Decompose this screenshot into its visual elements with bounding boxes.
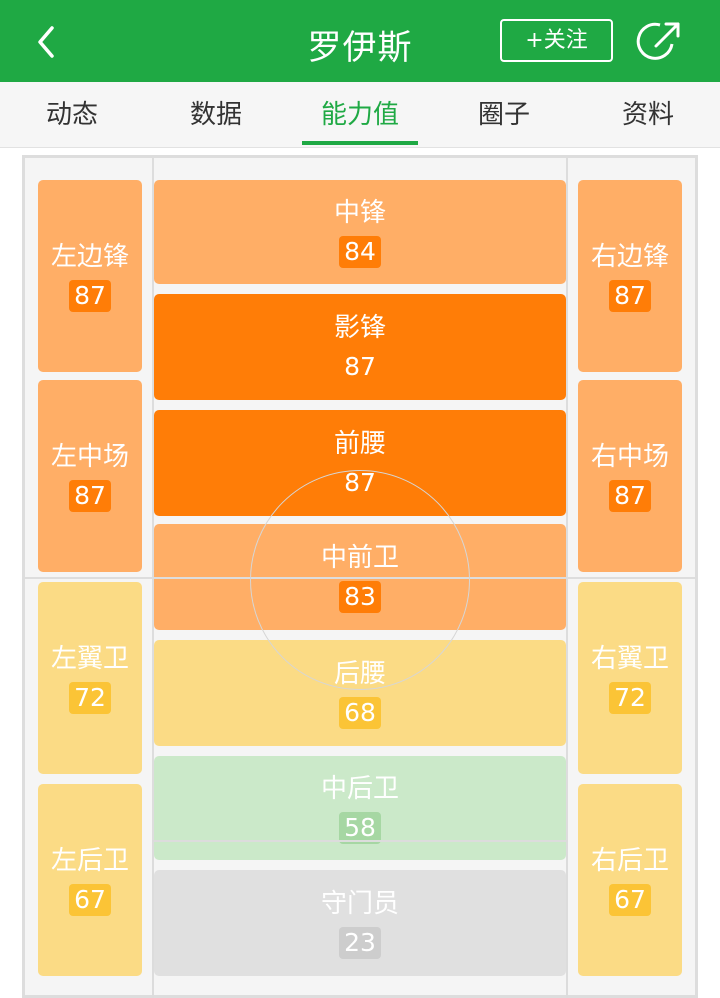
position-name: 右后卫 — [590, 846, 669, 876]
tab-bar: 动态 数据 能力值 圈子 资料 — [0, 82, 720, 148]
position-right-back: 右后卫 67 — [578, 784, 682, 976]
position-rating: 83 — [339, 581, 381, 613]
position-goalkeeper: 守门员 23 — [154, 870, 566, 976]
active-tab-indicator — [302, 141, 418, 145]
position-striker: 中锋 84 — [154, 180, 566, 284]
position-rating: 87 — [69, 480, 111, 512]
position-rating: 67 — [609, 884, 651, 916]
share-icon[interactable] — [636, 18, 684, 66]
position-name: 中后卫 — [320, 774, 399, 804]
position-name: 中前卫 — [320, 543, 399, 573]
position-rating: 72 — [69, 682, 111, 714]
follow-button[interactable]: +关注 — [500, 19, 613, 62]
position-rating: 87 — [344, 352, 376, 381]
position-name: 后腰 — [333, 659, 386, 689]
position-left-wingback: 左翼卫 72 — [38, 582, 142, 774]
tab-data[interactable]: 数据 — [158, 82, 274, 148]
position-name: 前腰 — [333, 429, 386, 459]
position-name: 左中场 — [50, 442, 129, 472]
tab-ability[interactable]: 能力值 — [302, 82, 418, 148]
position-rating: 67 — [69, 884, 111, 916]
position-name: 右边锋 — [590, 242, 669, 272]
position-rating: 87 — [344, 468, 376, 497]
tab-profile[interactable]: 资料 — [590, 82, 706, 148]
position-name: 守门员 — [320, 889, 399, 919]
position-right-wing: 右边锋 87 — [578, 180, 682, 372]
halfway-line — [22, 577, 698, 579]
position-right-midfield: 右中场 87 — [578, 380, 682, 572]
app-header: 罗伊斯 +关注 — [0, 0, 720, 82]
position-rating: 58 — [339, 812, 381, 844]
position-name: 右翼卫 — [590, 644, 669, 674]
position-name: 左后卫 — [50, 846, 129, 876]
chevron-left-icon[interactable] — [30, 24, 66, 60]
position-rating: 87 — [609, 280, 651, 312]
position-left-back: 左后卫 67 — [38, 784, 142, 976]
position-left-midfield: 左中场 87 — [38, 380, 142, 572]
position-centre-forward: 影锋 87 — [154, 294, 566, 400]
position-name: 左边锋 — [50, 242, 129, 272]
position-attacking-midfield: 前腰 87 — [154, 410, 566, 516]
position-rating: 68 — [339, 697, 381, 729]
position-centre-back: 中后卫 58 — [154, 756, 566, 860]
position-rating: 87 — [69, 280, 111, 312]
position-name: 右中场 — [590, 442, 669, 472]
position-rating: 87 — [609, 480, 651, 512]
position-rating: 72 — [609, 682, 651, 714]
position-name: 中锋 — [333, 198, 386, 228]
position-right-wingback: 右翼卫 72 — [578, 582, 682, 774]
tab-circle[interactable]: 圈子 — [446, 82, 562, 148]
position-name: 左翼卫 — [50, 644, 129, 674]
position-rating: 23 — [339, 927, 381, 959]
pitch-line — [22, 155, 698, 158]
position-rating: 84 — [339, 236, 381, 268]
position-left-wing: 左边锋 87 — [38, 180, 142, 372]
position-name: 影锋 — [333, 313, 386, 343]
position-defensive-midfield: 后腰 68 — [154, 640, 566, 746]
tab-dynamics[interactable]: 动态 — [14, 82, 130, 148]
